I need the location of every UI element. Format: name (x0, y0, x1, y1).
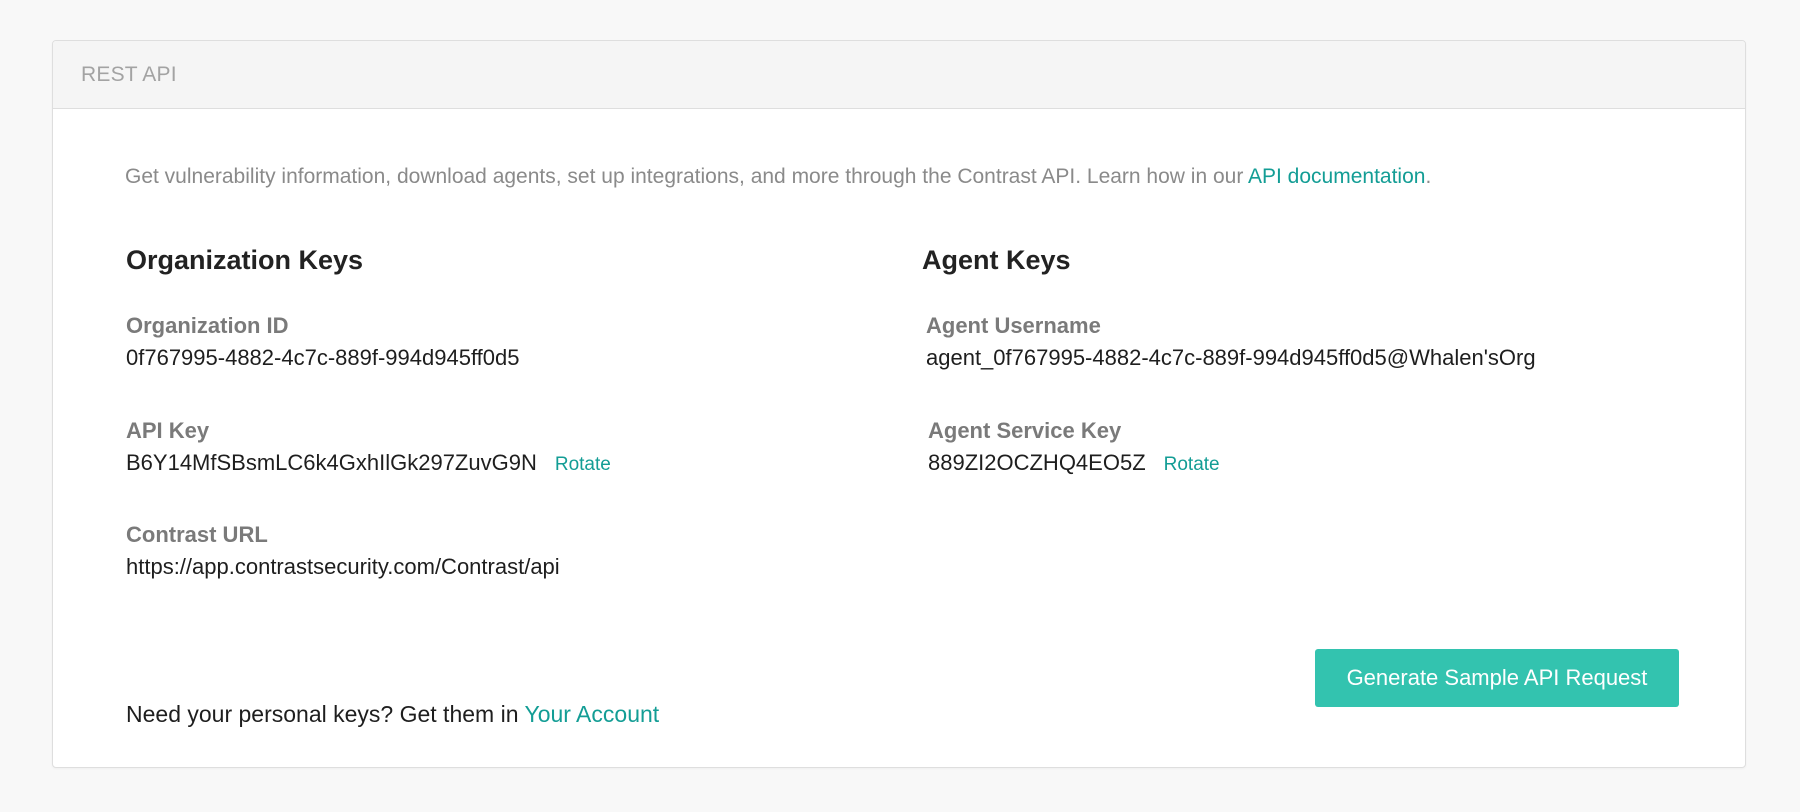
generate-sample-api-request-button[interactable]: Generate Sample API Request (1315, 649, 1679, 707)
agent-service-key-value: 889ZI2OCZHQ4EO5Z Rotate (928, 450, 1220, 476)
organization-id-value: 0f767995-4882-4c7c-889f-994d945ff0d5 (126, 345, 519, 371)
contrast-url-value: https://app.contrastsecurity.com/Contras… (126, 554, 560, 580)
api-documentation-link[interactable]: API documentation (1248, 165, 1425, 188)
api-key-value: B6Y14MfSBsmLC6k4GxhIlGk297ZuvG9N Rotate (126, 450, 611, 476)
agent-username-value: agent_0f767995-4882-4c7c-889f-994d945ff0… (926, 345, 1536, 371)
agent-username-text: agent_0f767995-4882-4c7c-889f-994d945ff0… (926, 345, 1536, 370)
your-account-link[interactable]: Your Account (524, 701, 659, 727)
intro-description: Get vulnerability information, download … (125, 165, 1248, 188)
contrast-url-text: https://app.contrastsecurity.com/Contras… (126, 554, 560, 579)
organization-id-text: 0f767995-4882-4c7c-889f-994d945ff0d5 (126, 345, 520, 370)
agent-keys-title: Agent Keys (922, 245, 1071, 275)
agent-username-label: Agent Username (926, 313, 1101, 338)
panel-header: REST API (53, 41, 1745, 109)
panel-title: REST API (81, 62, 177, 86)
api-key-label: API Key (126, 418, 210, 443)
rest-api-panel: REST API Get vulnerability information, … (52, 40, 1746, 768)
rotate-agent-service-key-link[interactable]: Rotate (1164, 454, 1220, 476)
agent-service-key-text: 889ZI2OCZHQ4EO5Z (928, 450, 1146, 475)
organization-keys-title: Organization Keys (126, 245, 364, 275)
agent-service-key-label: Agent Service Key (928, 418, 1122, 443)
contrast-url-label: Contrast URL (126, 522, 268, 547)
personal-keys-text: Need your personal keys? Get them in You… (126, 701, 659, 728)
rotate-api-key-link[interactable]: Rotate (555, 454, 611, 476)
organization-id-label: Organization ID (126, 313, 289, 338)
personal-keys-prompt: Need your personal keys? Get them in (126, 701, 525, 727)
intro-text: Get vulnerability information, download … (125, 165, 1431, 189)
api-key-text: B6Y14MfSBsmLC6k4GxhIlGk297ZuvG9N (126, 450, 537, 475)
intro-suffix: . (1425, 165, 1432, 188)
